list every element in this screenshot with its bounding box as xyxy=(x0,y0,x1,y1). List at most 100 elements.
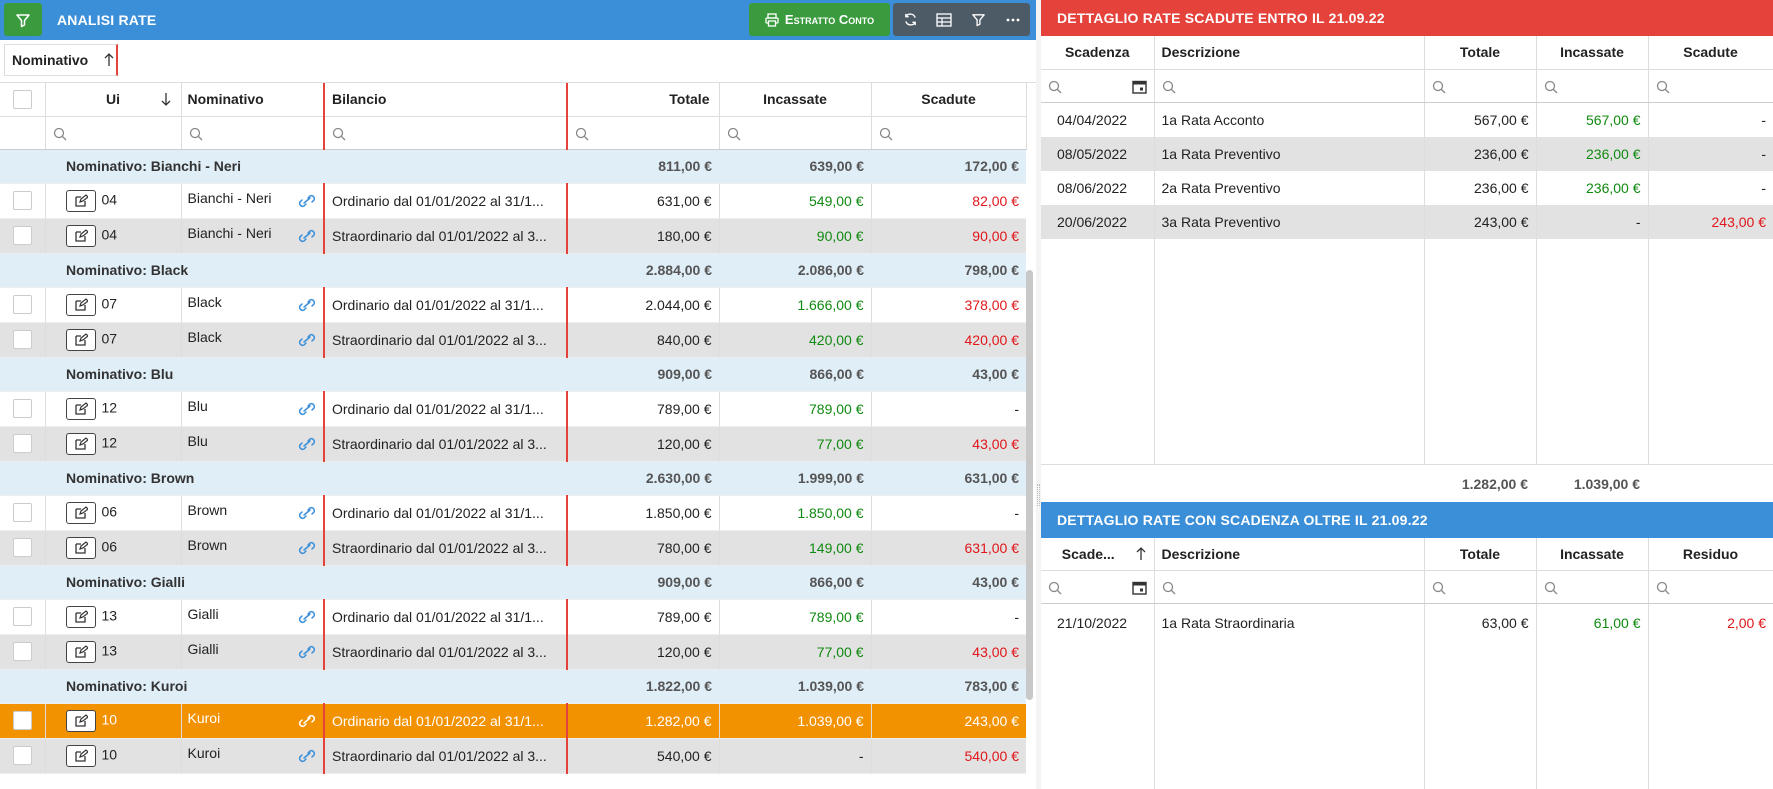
edit-button[interactable] xyxy=(65,432,96,455)
col-residuo[interactable]: Residuo xyxy=(1648,537,1773,571)
search-scadute[interactable] xyxy=(871,116,1027,150)
table-view-button[interactable] xyxy=(927,3,961,36)
row-checkbox[interactable] xyxy=(12,642,32,661)
edit-button[interactable] xyxy=(65,536,96,559)
search-totale[interactable] xyxy=(567,116,720,150)
table-row[interactable]: 13 Gialli Ordinario dal 01/01/2022 al 31/1… xyxy=(0,599,1026,635)
table-row[interactable]: 06 Brown Ordinario dal 01/01/2022 al 31/1.… xyxy=(0,495,1026,531)
table-row[interactable]: 08/05/2022 1a Rata Preventivo 236,00 €236,… xyxy=(1041,136,1773,171)
refresh-button[interactable] xyxy=(893,3,927,36)
col-nominativo[interactable]: Nominativo xyxy=(181,83,325,117)
table-row[interactable]: 21/10/2022 1a Rata Straordinaria 63,00 €61… xyxy=(1041,604,1773,642)
group-row[interactable]: Nominativo: Bianchi - Neri 811,00 €639,00… xyxy=(0,149,1026,184)
table-row[interactable]: 20/06/2022 3a Rata Preventivo 243,00 € -243… xyxy=(1041,204,1773,239)
table-row[interactable]: 06 Brown Straordinario dal 01/01/2022 al 3… xyxy=(0,530,1026,566)
edit-button[interactable] xyxy=(65,397,96,420)
link-button[interactable] xyxy=(298,226,316,246)
calendar-icon[interactable] xyxy=(1131,79,1147,94)
estratto-conto-button[interactable]: Estratto Conto xyxy=(749,3,890,36)
link-button[interactable] xyxy=(298,434,316,454)
filter-panel-button[interactable] xyxy=(4,3,42,36)
col-incassate[interactable]: Incassate xyxy=(1536,36,1649,70)
search-descrizione[interactable] xyxy=(1154,570,1425,604)
row-checkbox[interactable] xyxy=(12,503,32,522)
col-incassate[interactable]: Incassate xyxy=(719,83,872,117)
group-row[interactable]: Nominativo: Brown 2.630,00 €1.999,00 €631… xyxy=(0,461,1026,496)
search-descrizione[interactable] xyxy=(1154,69,1425,103)
edit-button[interactable] xyxy=(65,328,96,351)
row-checkbox[interactable] xyxy=(12,226,32,245)
search-totale[interactable] xyxy=(1424,570,1537,604)
search-incassate[interactable] xyxy=(1536,69,1649,103)
link-button[interactable] xyxy=(298,503,316,523)
link-button[interactable] xyxy=(298,330,316,350)
group-row[interactable]: Nominativo: Kuroi 1.822,00 €1.039,00 €783… xyxy=(0,669,1026,704)
edit-button[interactable] xyxy=(65,189,96,212)
table-row[interactable]: 10 Kuroi Straordinario dal 01/01/2022 al 3… xyxy=(0,738,1026,774)
table-row[interactable]: 12 Blu Straordinario dal 01/01/2022 al 3..… xyxy=(0,426,1026,462)
group-chip-nominativo[interactable]: Nominativo xyxy=(4,44,118,76)
edit-button[interactable] xyxy=(65,224,96,247)
search-incassate[interactable] xyxy=(1536,570,1649,604)
filter-button[interactable] xyxy=(962,3,996,36)
search-scadenza[interactable] xyxy=(1041,570,1155,604)
row-checkbox[interactable] xyxy=(12,330,32,349)
table-row[interactable]: 08/06/2022 2a Rata Preventivo 236,00 €236,… xyxy=(1041,170,1773,205)
link-button[interactable] xyxy=(298,607,316,627)
table-row[interactable]: 07 Black Ordinario dal 01/01/2022 al 31/1.… xyxy=(0,287,1026,323)
row-checkbox[interactable] xyxy=(12,399,32,418)
table-row[interactable]: 12 Blu Ordinario dal 01/01/2022 al 31/1...… xyxy=(0,391,1026,427)
link-button[interactable] xyxy=(298,746,316,766)
search-scadute[interactable] xyxy=(1648,69,1773,103)
col-incassate[interactable]: Incassate xyxy=(1536,537,1649,571)
table-row[interactable]: 07 Black Straordinario dal 01/01/2022 al 3… xyxy=(0,322,1026,358)
select-all-checkbox[interactable] xyxy=(12,89,32,109)
col-descrizione[interactable]: Descrizione xyxy=(1154,537,1425,571)
search-bilancio[interactable] xyxy=(324,116,568,150)
search-nominativo[interactable] xyxy=(181,116,325,150)
search-totale[interactable] xyxy=(1424,69,1537,103)
group-row[interactable]: Nominativo: Black 2.884,00 €2.086,00 €798… xyxy=(0,253,1026,288)
table-row[interactable]: 04 Bianchi - Neri Ordinario dal 01/01/2022… xyxy=(0,183,1026,219)
edit-button[interactable] xyxy=(65,709,96,732)
search-ui[interactable] xyxy=(45,116,182,150)
link-button[interactable] xyxy=(298,711,316,731)
vertical-scrollbar[interactable] xyxy=(1026,270,1033,700)
row-checkbox[interactable] xyxy=(12,711,32,730)
row-checkbox[interactable] xyxy=(12,538,32,557)
link-button[interactable] xyxy=(298,399,316,419)
edit-button[interactable] xyxy=(65,605,96,628)
table-row[interactable]: 10 Kuroi Ordinario dal 01/01/2022 al 31/1.… xyxy=(0,703,1026,739)
group-row[interactable]: Nominativo: Gialli 909,00 €866,00 €43,00 … xyxy=(0,565,1026,600)
link-button[interactable] xyxy=(298,642,316,662)
row-checkbox[interactable] xyxy=(12,607,32,626)
col-scadenza[interactable]: Scade... xyxy=(1041,537,1155,571)
row-checkbox[interactable] xyxy=(12,746,32,765)
search-residuo[interactable] xyxy=(1648,570,1773,604)
row-checkbox[interactable] xyxy=(12,434,32,453)
row-checkbox[interactable] xyxy=(12,295,32,314)
col-totale[interactable]: Totale xyxy=(1424,36,1537,70)
col-ui[interactable]: Ui xyxy=(45,83,182,117)
col-scadute[interactable]: Scadute xyxy=(1648,36,1773,70)
link-button[interactable] xyxy=(298,538,316,558)
edit-button[interactable] xyxy=(65,744,96,767)
edit-button[interactable] xyxy=(65,293,96,316)
more-button[interactable] xyxy=(996,3,1030,36)
col-totale[interactable]: Totale xyxy=(567,83,720,117)
row-checkbox[interactable] xyxy=(12,191,32,210)
col-totale[interactable]: Totale xyxy=(1424,537,1537,571)
table-row[interactable]: 13 Gialli Straordinario dal 01/01/2022 al … xyxy=(0,634,1026,670)
group-row[interactable]: Nominativo: Blu 909,00 €866,00 €43,00 € xyxy=(0,357,1026,392)
calendar-icon[interactable] xyxy=(1131,580,1147,595)
col-scadenza[interactable]: Scadenza xyxy=(1041,36,1155,70)
col-descrizione[interactable]: Descrizione xyxy=(1154,36,1425,70)
col-scadute[interactable]: Scadute xyxy=(871,83,1027,117)
col-bilancio[interactable]: Bilancio xyxy=(324,83,568,117)
edit-button[interactable] xyxy=(65,640,96,663)
search-incassate[interactable] xyxy=(719,116,872,150)
link-button[interactable] xyxy=(298,295,316,315)
search-scadenza[interactable] xyxy=(1041,69,1155,103)
link-button[interactable] xyxy=(298,191,316,211)
table-row[interactable]: 04/04/2022 1a Rata Acconto 567,00 €567,00 … xyxy=(1041,102,1773,137)
